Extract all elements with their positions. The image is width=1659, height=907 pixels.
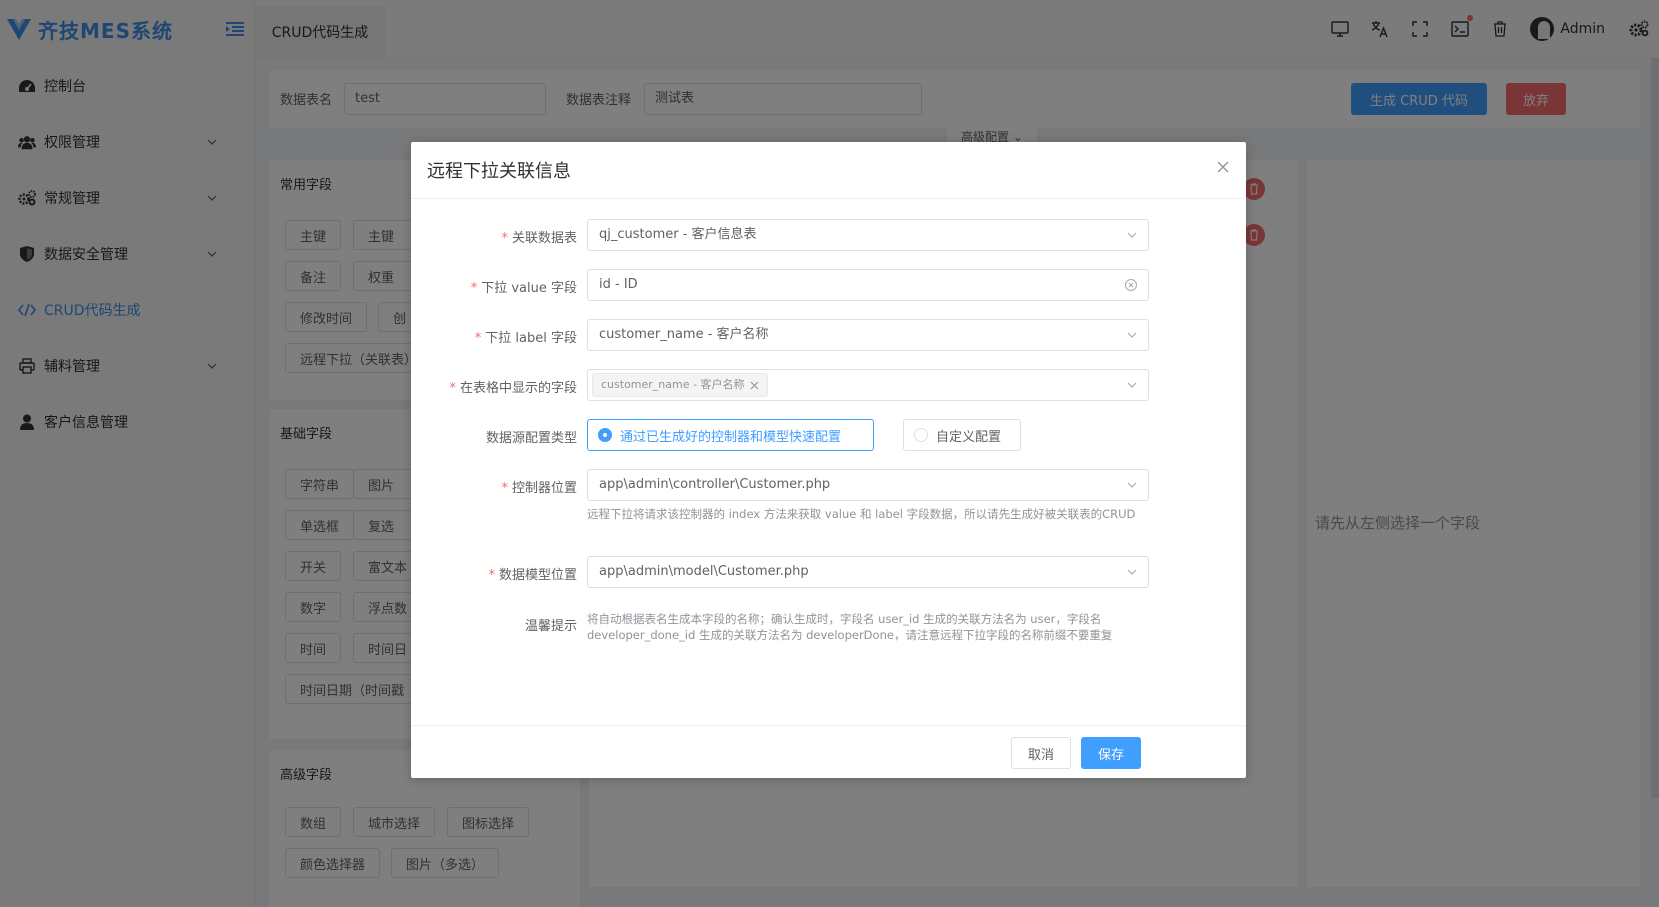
radio-label: 自定义配置	[936, 429, 1002, 445]
tag-remove-icon[interactable]	[750, 381, 759, 390]
cancel-button[interactable]: 取消	[1011, 737, 1071, 769]
tip-label: 温馨提示	[524, 619, 577, 634]
source-type-radio-quick[interactable]: 通过已生成好的控制器和模型快速配置	[587, 419, 874, 451]
dialog-title: 远程下拉关联信息	[427, 161, 571, 182]
close-icon[interactable]	[1216, 160, 1230, 174]
chevron-down-icon	[1127, 569, 1137, 575]
dialog-header-divider	[411, 198, 1246, 199]
value-field-select[interactable]: id - ID	[587, 269, 1149, 301]
display-fields-select[interactable]: customer_name - 客户名称	[587, 369, 1149, 401]
label-field-label: * 下拉 label 字段	[474, 331, 577, 346]
label-field-select[interactable]: customer_name - 客户名称	[587, 319, 1149, 351]
tag-label: customer_name - 客户名称	[601, 378, 745, 391]
relation-table-value: qj_customer - 客户信息表	[599, 227, 757, 242]
source-type-radio-custom[interactable]: 自定义配置	[903, 419, 1021, 451]
model-value: app\admin\model\Customer.php	[599, 564, 809, 579]
relation-table-select[interactable]: qj_customer - 客户信息表	[587, 219, 1149, 251]
value-field-value: id - ID	[599, 277, 638, 292]
remote-select-dialog: 远程下拉关联信息 * 关联数据表 qj_customer - 客户信息表 * 下拉 …	[411, 142, 1246, 778]
radio-unchecked-icon	[914, 428, 928, 442]
model-label: * 数据模型位置	[488, 568, 577, 583]
dialog-footer-divider	[411, 725, 1246, 726]
controller-value: app\admin\controller\Customer.php	[599, 477, 831, 492]
chevron-down-icon	[1127, 232, 1137, 238]
selected-field-tag: customer_name - 客户名称	[592, 373, 769, 397]
save-button[interactable]: 保存	[1081, 737, 1141, 769]
clear-icon[interactable]	[1124, 278, 1138, 292]
chevron-down-icon	[1127, 482, 1137, 488]
chevron-down-icon	[1127, 382, 1137, 388]
controller-help-text: 远程下拉将请求该控制器的 index 方法来获取 value 和 label 字…	[587, 507, 1136, 521]
radio-label: 通过已生成好的控制器和模型快速配置	[620, 429, 842, 445]
chevron-down-icon	[1127, 332, 1137, 338]
label-field-value: customer_name - 客户名称	[599, 327, 769, 342]
model-select[interactable]: app\admin\model\Customer.php	[587, 556, 1149, 588]
controller-select[interactable]: app\admin\controller\Customer.php	[587, 469, 1149, 501]
value-field-label: * 下拉 value 字段	[470, 281, 577, 296]
controller-label: * 控制器位置	[501, 481, 577, 496]
tip-text: 将自动根据表名生成本字段的名称；确认生成时，字段名 user_id 生成的关联方…	[587, 612, 1113, 642]
relation-table-label: * 关联数据表	[501, 231, 577, 246]
display-fields-label: * 在表格中显示的字段	[449, 381, 577, 396]
source-type-label: 数据源配置类型	[485, 431, 577, 446]
radio-checked-icon	[598, 428, 612, 442]
